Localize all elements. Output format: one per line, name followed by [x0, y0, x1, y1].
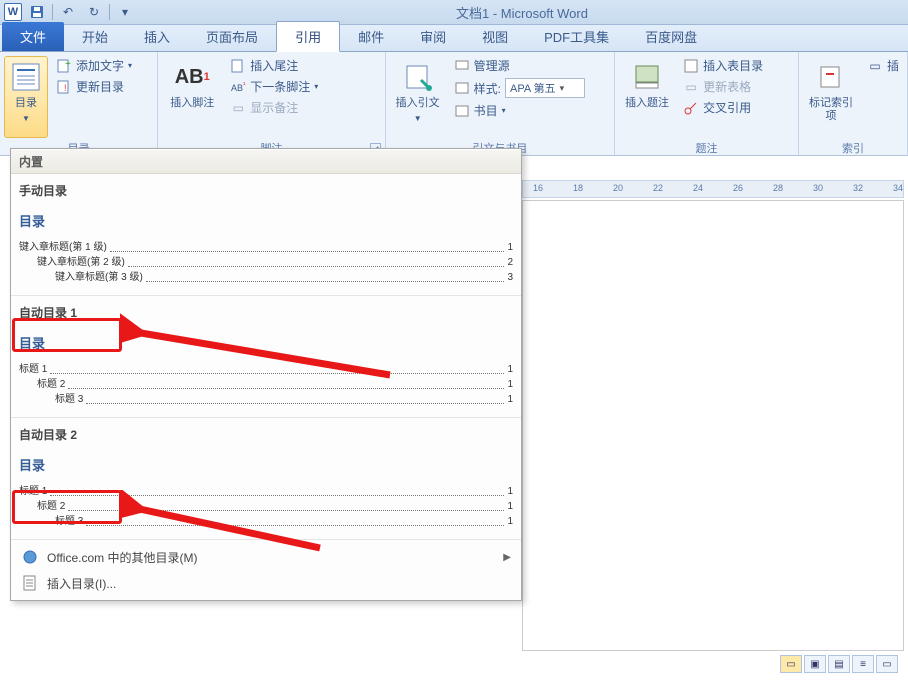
insert-index-icon: ▭ [867, 58, 883, 74]
toc-button-label: 目录 [15, 97, 37, 110]
update-toc-button[interactable]: ! 更新目录 [52, 77, 136, 96]
toc-option-auto2[interactable]: 自动目录 2 目录 标题 11 标题 21 标题 31 [11, 418, 521, 540]
endnote-icon [230, 58, 246, 74]
print-layout-view-icon[interactable]: ▭ [780, 655, 802, 673]
save-icon[interactable] [26, 2, 48, 22]
index-icon [815, 61, 847, 93]
caption-icon [631, 61, 663, 93]
window-title: 文档1 - Microsoft Word [136, 3, 908, 22]
insert-caption-button[interactable]: 插入题注 [619, 56, 675, 138]
tof-icon [683, 58, 699, 74]
manage-icon [454, 58, 470, 74]
update-table-button: ▭ 更新表格 [679, 77, 767, 96]
insert-tof-button[interactable]: 插入表目录 [679, 56, 767, 75]
tab-file[interactable]: 文件 [2, 22, 64, 51]
tab-view[interactable]: 视图 [464, 22, 526, 51]
style-icon [454, 80, 470, 96]
chevron-down-icon: ▼ [22, 114, 30, 123]
toc-auto2-preview: 目录 标题 11 标题 21 标题 31 [19, 449, 513, 529]
next-footnote-icon: AB¹ [230, 79, 246, 95]
group-label-index: 索引 [801, 140, 905, 156]
horizontal-ruler[interactable]: 16 18 20 22 24 26 28 30 32 34 [522, 180, 904, 198]
group-captions: 插入题注 插入表目录 ▭ 更新表格 交叉引用 题注 [615, 52, 799, 155]
ab-icon: AB1 [176, 61, 208, 93]
ribbon-tabs: 文件 开始 插入 页面布局 引用 邮件 审阅 视图 PDF工具集 百度网盘 [0, 25, 908, 52]
outline-view-icon[interactable]: ≡ [852, 655, 874, 673]
tab-pdf-tools[interactable]: PDF工具集 [526, 22, 627, 51]
toc-auto2-label: 自动目录 2 [19, 420, 513, 449]
cross-reference-button[interactable]: 交叉引用 [679, 98, 767, 117]
toc-gallery-dropdown: 内置 手动目录 目录 键入章标题(第 1 级)1 键入章标题(第 2 级)2 键… [10, 148, 522, 601]
tab-baidu-netdisk[interactable]: 百度网盘 [627, 22, 715, 51]
tab-references[interactable]: 引用 [276, 21, 340, 52]
group-index: 标记索引项 ▭ 插 索引 [799, 52, 908, 155]
qat-customize-icon[interactable]: ▾ [114, 2, 136, 22]
quick-access-toolbar: W ↶ ↻ ▾ [0, 2, 136, 22]
toc-option-auto1[interactable]: 自动目录 1 目录 标题 11 标题 21 标题 31 [11, 296, 521, 418]
add-text-button[interactable]: + 添加文字 ▾ [52, 56, 136, 75]
toc-auto1-label: 自动目录 1 [19, 298, 513, 327]
toc-button[interactable]: 目录 ▼ [4, 56, 48, 138]
toc-manual-label: 手动目录 [19, 176, 513, 205]
mark-index-entry-button[interactable]: 标记索引项 [803, 56, 859, 138]
insert-endnote-button[interactable]: 插入尾注 [226, 56, 322, 75]
word-app-icon[interactable]: W [4, 3, 22, 21]
ribbon: 目录 ▼ + 添加文字 ▾ ! 更新目录 目录 AB1 插入脚注 [0, 52, 908, 156]
update-icon: ! [56, 79, 72, 95]
chevron-down-icon: ▾ [560, 83, 565, 94]
group-toc: 目录 ▼ + 添加文字 ▾ ! 更新目录 目录 [0, 52, 158, 155]
insert-toc-button[interactable]: 插入目录(I)... [17, 570, 515, 596]
toc-manual-preview: 目录 键入章标题(第 1 级)1 键入章标题(第 2 级)2 键入章标题(第 3… [19, 205, 513, 285]
svg-text:+: + [65, 59, 71, 70]
document-icon [21, 574, 39, 592]
tab-insert[interactable]: 插入 [126, 22, 188, 51]
view-shortcuts: ▭ ▣ ▤ ≡ ▭ [780, 655, 898, 673]
document-area[interactable] [522, 200, 904, 651]
show-notes-icon: ▭ [230, 100, 246, 116]
manage-sources-button[interactable]: 管理源 [450, 56, 589, 75]
toc-icon [10, 61, 42, 93]
chevron-right-icon: ▶ [503, 552, 511, 563]
toc-option-manual[interactable]: 手动目录 目录 键入章标题(第 1 级)1 键入章标题(第 2 级)2 键入章标… [11, 174, 521, 296]
insert-index-button[interactable]: ▭ 插 [863, 56, 903, 75]
next-footnote-button[interactable]: AB¹ 下一条脚注 ▾ [226, 77, 322, 96]
group-footnotes: AB1 插入脚注 插入尾注 AB¹ 下一条脚注 ▾ ▭ 显示备注 脚注◢ [158, 52, 385, 155]
citation-icon [402, 61, 434, 93]
add-text-icon: + [56, 58, 72, 74]
globe-icon [21, 548, 39, 566]
show-notes-button: ▭ 显示备注 [226, 98, 322, 117]
tab-mailings[interactable]: 邮件 [340, 22, 402, 51]
group-label-captions: 题注 [617, 140, 796, 156]
tab-review[interactable]: 审阅 [402, 22, 464, 51]
bibliography-icon [454, 103, 470, 119]
undo-icon[interactable]: ↶ [57, 2, 79, 22]
toc-auto1-preview: 目录 标题 11 标题 21 标题 31 [19, 327, 513, 407]
builtin-header: 内置 [11, 149, 521, 174]
citation-style-combo[interactable]: 样式: APA 第五▾ [450, 77, 589, 99]
toc-footer: Office.com 中的其他目录(M) ▶ 插入目录(I)... [11, 540, 521, 600]
tab-home[interactable]: 开始 [64, 22, 126, 51]
draft-view-icon[interactable]: ▭ [876, 655, 898, 673]
redo-icon[interactable]: ↻ [83, 2, 105, 22]
more-toc-office-button[interactable]: Office.com 中的其他目录(M) ▶ [17, 544, 515, 570]
chevron-down-icon: ▼ [414, 114, 422, 123]
insert-footnote-button[interactable]: AB1 插入脚注 [162, 56, 222, 138]
svg-text:!: ! [64, 83, 67, 93]
web-layout-view-icon[interactable]: ▤ [828, 655, 850, 673]
bibliography-button[interactable]: 书目 ▾ [450, 101, 589, 120]
cross-ref-icon [683, 100, 699, 116]
tab-page-layout[interactable]: 页面布局 [188, 22, 276, 51]
update-table-icon: ▭ [683, 79, 699, 95]
full-screen-view-icon[interactable]: ▣ [804, 655, 826, 673]
group-citations: 插入引文 ▼ 管理源 样式: APA 第五▾ 书目 ▾ 引文与书目 [386, 52, 615, 155]
insert-citation-button[interactable]: 插入引文 ▼ [390, 56, 446, 138]
